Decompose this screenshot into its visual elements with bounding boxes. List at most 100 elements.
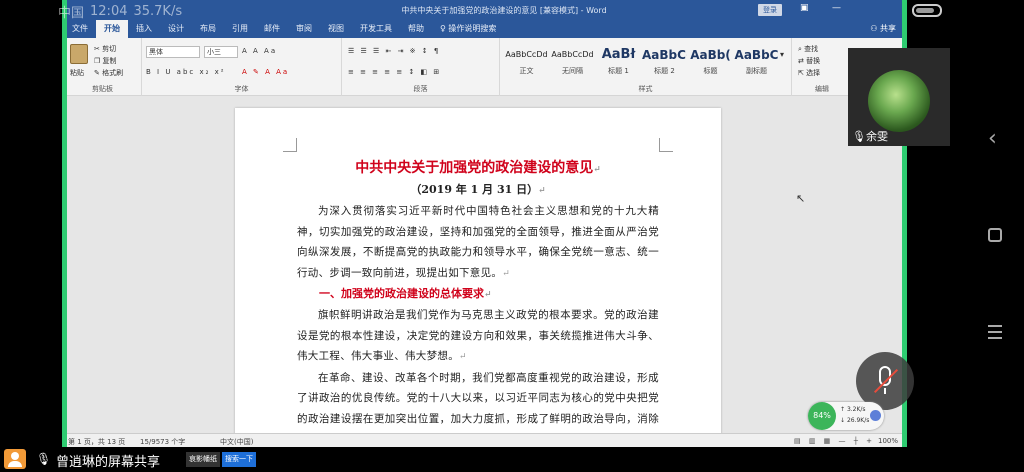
tab-developer[interactable]: 开发工具 — [352, 20, 400, 38]
person-icon: ⚇ — [870, 24, 878, 33]
replace-button[interactable]: ⇄ 替换 — [798, 56, 820, 66]
tab-view[interactable]: 视图 — [320, 20, 352, 38]
font-name-select[interactable]: 黑体 — [146, 46, 200, 58]
style-no-spacing[interactable]: AaBbCcDd 无间隔 — [550, 44, 595, 76]
minimize-icon[interactable]: — — [832, 3, 841, 13]
tab-review[interactable]: 审阅 — [288, 20, 320, 38]
tab-help[interactable]: 帮助 — [400, 20, 432, 38]
style-name: 标题 1 — [608, 67, 629, 75]
meeting-app: 中国 12:04 35.7K/s 中共中央关于加强党的政治建设的意见 [兼容模式… — [0, 0, 1024, 472]
cut-button[interactable]: ✂ 剪切 — [94, 44, 116, 54]
clipboard-group-label: 剪贴板 — [92, 85, 113, 93]
font-group-label: 字体 — [234, 85, 249, 93]
paste-icon[interactable] — [70, 44, 88, 64]
tab-file[interactable]: 文件 — [64, 20, 96, 38]
share-button[interactable]: ⚇ 共享 — [870, 23, 896, 34]
group-font: 黑体 小三 A A Aa B I U abc x₂ x² A ✎ A Aa 字体 — [142, 38, 342, 96]
clock: 12:04 — [90, 3, 128, 19]
participant-tile[interactable]: 🎙余雯 — [848, 48, 950, 146]
window-title: 中共中央关于加强党的政治建设的意见 [兼容模式] - Word — [401, 6, 607, 15]
list-icons[interactable]: ☰ ☰ ☰ ⇤ ⇥ ※ ↕ ¶ — [348, 47, 440, 55]
paste-button[interactable]: 粘贴 — [70, 68, 84, 78]
net-percent: 84% — [808, 402, 836, 430]
speed-boost-icon — [870, 410, 881, 421]
back-chevron-icon[interactable]: ‹ — [988, 126, 997, 151]
meeting-bottom-bar: 🎙 曾逍琳的屏幕共享 哀影幡纸 搜索一下 — [0, 447, 1024, 472]
menu-lines-icon[interactable] — [988, 325, 1002, 339]
style-subtitle[interactable]: AaBbC 副标题 — [734, 44, 779, 76]
document-title: 中共中央关于加强党的政治建设的意见↵ — [355, 160, 601, 176]
format-bold-italic-underline-icons[interactable]: B I U abc x₂ x² — [146, 68, 226, 76]
style-sample: AaBbC — [734, 48, 779, 62]
editing-group-label: 编辑 — [815, 85, 829, 93]
document-workspace[interactable]: 中共中央关于加强党的政治建设的意见↵ （2019 年 1 月 31 日）↵ 为深… — [64, 96, 904, 447]
style-name: 无间隔 — [562, 67, 583, 75]
style-heading-2[interactable]: AaBbC( 标题 2 — [642, 44, 687, 76]
style-title[interactable]: AaBb( 标题 — [688, 44, 733, 76]
style-sample: AaBbCcDd — [505, 50, 548, 59]
tab-design[interactable]: 设计 — [160, 20, 192, 38]
tell-me-search[interactable]: ♀ 操作说明搜索 — [432, 20, 504, 38]
paragraph: 为深入贯彻落实习近平新时代中国特色社会主义思想和党的十九大精神，切实加强党的政治… — [297, 205, 659, 279]
word-statusbar: 第 1 页，共 13 页 15/9573 个字 中文(中国) ▤ ▥ ▦ — ┼… — [64, 433, 904, 447]
zoom-level[interactable]: 100% — [878, 437, 898, 445]
style-sample: AaBbC( — [642, 48, 687, 62]
style-name: 副标题 — [746, 67, 767, 75]
find-button[interactable]: ⌕ 查找 — [798, 44, 818, 54]
font-color-icons[interactable]: A ✎ A Aa — [242, 68, 289, 76]
style-heading-1[interactable]: AaBł 标题 1 — [596, 44, 641, 76]
share-border-left — [62, 0, 67, 447]
style-name: 标题 2 — [654, 67, 675, 75]
word-titlebar: 中共中央关于加强党的政治建设的意见 [兼容模式] - Word 登录 ▣ — — [64, 0, 904, 20]
taskbar-item[interactable]: 哀影幡纸 — [186, 452, 220, 467]
tab-mailings[interactable]: 邮件 — [256, 20, 288, 38]
style-sample: AaBbCcDd — [551, 50, 594, 59]
style-normal[interactable]: AaBbCcDd 正文 — [504, 44, 549, 76]
alignment-icons[interactable]: ≡ ≡ ≡ ≡ ≡ ↕ ◧ ⊞ — [348, 68, 441, 76]
style-sample: AaBł — [601, 47, 636, 62]
document-page[interactable]: 中共中央关于加强党的政治建设的意见↵ （2019 年 1 月 31 日）↵ 为深… — [235, 108, 721, 447]
participants-icon[interactable] — [4, 449, 26, 469]
login-button[interactable]: 登录 — [758, 4, 782, 16]
select-button[interactable]: ⇱ 选择 — [798, 68, 820, 78]
style-name: 标题 — [703, 67, 718, 75]
network-speed: 35.7K/s — [133, 3, 183, 19]
font-grow-shrink-icons[interactable]: A A Aa — [242, 47, 277, 55]
tab-references[interactable]: 引用 — [224, 20, 256, 38]
paragraph: 旗帜鲜明讲政治是我们党作为马克思主义政党的根本要求。党的政治建设是党的根本性建设… — [297, 309, 659, 362]
styles-more-icon[interactable]: ▾ — [780, 50, 784, 59]
format-painter-button[interactable]: ✎ 格式刷 — [94, 68, 123, 78]
taskbar-search[interactable]: 搜索一下 — [222, 452, 256, 467]
view-mode-icons[interactable]: ▤ ▥ ▦ — ┼ + — [794, 437, 875, 445]
participant-name: 🎙余雯 — [852, 130, 888, 143]
copy-button[interactable]: ❐ 复制 — [94, 56, 117, 66]
ribbon-display-icon[interactable]: ▣ — [800, 3, 809, 13]
home-square-icon[interactable] — [988, 228, 1002, 242]
share-label: 共享 — [880, 24, 896, 33]
ribbon-home: 粘贴 ✂ 剪切 ❐ 复制 ✎ 格式刷 剪贴板 黑体 小三 A A Aa B I … — [64, 38, 904, 96]
network-widget[interactable]: 84% ↑ 3.2K/s ↓ 26.9K/s — [808, 402, 884, 430]
tab-home[interactable]: 开始 — [96, 20, 128, 38]
phone-status-bar: 中国 12:04 35.7K/s — [58, 2, 183, 21]
mic-icon[interactable]: 🎙 — [36, 452, 51, 466]
margin-corner — [659, 138, 673, 152]
avatar — [868, 70, 930, 132]
shared-screen: 中共中央关于加强党的政治建设的意见 [兼容模式] - Word 登录 ▣ — 文… — [64, 0, 904, 447]
tab-layout[interactable]: 布局 — [192, 20, 224, 38]
mouse-cursor-icon: ↖ — [796, 192, 806, 205]
upload-speed: ↑ 3.2K/s — [840, 406, 866, 413]
tab-insert[interactable]: 插入 — [128, 20, 160, 38]
download-speed: ↓ 26.9K/s — [840, 417, 870, 424]
font-size-select[interactable]: 小三 — [204, 46, 238, 58]
style-name: 正文 — [519, 67, 534, 75]
language[interactable]: 中文(中国) — [220, 437, 253, 447]
mic-stand — [884, 388, 886, 394]
group-paragraph: ☰ ☰ ☰ ⇤ ⇥ ※ ↕ ¶ ≡ ≡ ≡ ≡ ≡ ↕ ◧ ⊞ 段落 — [342, 38, 500, 96]
page-count[interactable]: 第 1 页，共 13 页 — [68, 437, 125, 447]
style-sample: AaBb( — [690, 48, 731, 62]
group-editing: ⌕ 查找 ⇄ 替换 ⇱ 选择 编辑 — [792, 38, 852, 96]
tell-me-label: 操作说明搜索 — [448, 24, 497, 33]
word-count[interactable]: 15/9573 个字 — [140, 437, 185, 447]
document-body[interactable]: 中共中央关于加强党的政治建设的意见↵ （2019 年 1 月 31 日）↵ 为深… — [297, 158, 659, 447]
battery-icon — [912, 4, 942, 17]
